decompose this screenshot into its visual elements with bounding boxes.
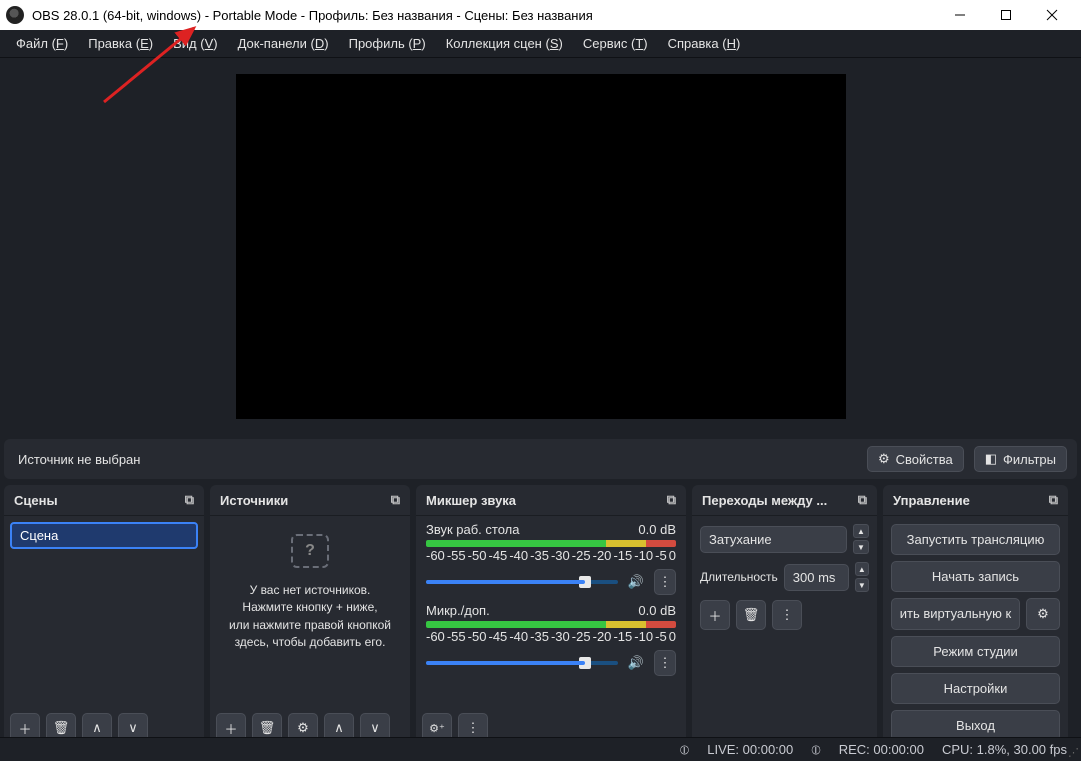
start-recording-button[interactable]: Начать запись xyxy=(891,561,1060,592)
mixer-panel: Микшер звука ⧉ Звук раб. стола 0.0 dB -60-… xyxy=(416,485,686,749)
status-rec: REC: 00:00:00 xyxy=(839,742,924,757)
speaker-icon[interactable]: 🔊 xyxy=(626,574,646,590)
sources-panel: Источники ⧉ ? У вас нет источников. Нажми… xyxy=(210,485,410,749)
desktop-audio-db: 0.0 dB xyxy=(638,522,676,537)
mixer-desktop: Звук раб. стола 0.0 dB -60-55-50-45-40-35… xyxy=(416,516,686,597)
plus-icon: ＋ xyxy=(708,606,721,625)
scene-item[interactable]: Сцена xyxy=(10,522,198,549)
filters-button[interactable]: ◧ Фильтры xyxy=(974,446,1067,472)
transition-down[interactable]: ▼ xyxy=(853,540,869,554)
desktop-mixer-menu[interactable]: ⋮ xyxy=(654,569,676,595)
chevron-down-icon: ∨ xyxy=(370,720,380,736)
add-transition-button[interactable]: ＋ xyxy=(700,600,730,630)
gear-icon: ⚙ xyxy=(1037,606,1049,621)
transitions-title: Переходы между ... xyxy=(702,493,827,508)
popout-icon[interactable]: ⧉ xyxy=(667,492,676,508)
mixer-mic: Микр./доп. 0.0 dB -60-55-50-45-40-35-30-2… xyxy=(416,597,686,678)
status-bar: ⦶ LIVE: 00:00:00 ⦶ REC: 00:00:00 CPU: 1.… xyxy=(0,737,1081,761)
source-toolbar: Источник не выбран ⚙ Свойства ◧ Фильтры xyxy=(4,439,1077,479)
menu-view[interactable]: Вид (V) xyxy=(163,32,228,55)
meter-ticks: -60-55-50-45-40-35-30-25-20-15-10-50 xyxy=(426,629,676,644)
desktop-audio-label: Звук раб. стола xyxy=(426,522,519,537)
controls-panel: Управление ⧉ Запустить трансляцию Начать … xyxy=(883,485,1068,749)
transitions-panel: Переходы между ... ⧉ Затухание ▲ ▼ Длитель… xyxy=(692,485,877,749)
status-cpu: CPU: 1.8%, 30.00 fps xyxy=(942,742,1067,757)
disk-icon: ⦶ xyxy=(811,742,820,758)
menu-bar: Файл (F) Правка (E) Вид (V) Док-панели (… xyxy=(0,30,1081,58)
plus-icon: ＋ xyxy=(18,719,31,738)
trash-icon: 🗑 xyxy=(259,720,276,736)
virtualcam-settings-button[interactable]: ⚙ xyxy=(1026,598,1060,630)
title-bar: OBS 28.0.1 (64-bit, windows) - Portable … xyxy=(0,0,1081,30)
remove-transition-button[interactable]: 🗑 xyxy=(736,600,766,630)
mic-volume-slider[interactable] xyxy=(426,661,618,665)
no-source-label: Источник не выбран xyxy=(14,452,140,467)
mic-audio-label: Микр./доп. xyxy=(426,603,490,618)
studio-mode-button[interactable]: Режим студии xyxy=(891,636,1060,667)
popout-icon[interactable]: ⧉ xyxy=(391,492,400,508)
menu-profile[interactable]: Профиль (P) xyxy=(339,32,436,55)
mixer-title: Микшер звука xyxy=(426,493,516,508)
transition-up[interactable]: ▲ xyxy=(853,524,869,538)
duration-label: Длительность xyxy=(700,570,778,584)
filter-icon: ◧ xyxy=(985,451,997,467)
network-icon: ⦶ xyxy=(680,742,689,758)
duration-down[interactable]: ▼ xyxy=(855,578,869,592)
settings-button[interactable]: Настройки xyxy=(891,673,1060,704)
empty-sources-text: У вас нет источников. Нажмите кнопку + н… xyxy=(229,582,391,652)
status-live: LIVE: 00:00:00 xyxy=(707,742,793,757)
close-button[interactable] xyxy=(1029,0,1075,30)
gear-icon: ⚙⁺ xyxy=(429,722,445,735)
duration-up[interactable]: ▲ xyxy=(855,562,869,576)
minimize-button[interactable] xyxy=(937,0,983,30)
transition-select[interactable]: Затухание xyxy=(700,526,847,553)
resize-grip-icon[interactable]: ⋰ xyxy=(1068,746,1079,759)
plus-icon: ＋ xyxy=(224,719,237,738)
trash-icon: 🗑 xyxy=(53,720,70,736)
speaker-icon[interactable]: 🔊 xyxy=(626,655,646,671)
gear-icon: ⚙ xyxy=(878,451,890,467)
start-virtualcam-button[interactable]: ить виртуальную к xyxy=(891,598,1020,630)
popout-icon[interactable]: ⧉ xyxy=(1049,492,1058,508)
preview-area xyxy=(0,58,1081,435)
transition-menu-button[interactable]: ⋮ xyxy=(772,600,802,630)
menu-help[interactable]: Справка (H) xyxy=(658,32,751,55)
mic-mixer-menu[interactable]: ⋮ xyxy=(654,650,676,676)
menu-file[interactable]: Файл (F) xyxy=(6,32,78,55)
gear-icon: ⚙ xyxy=(297,720,309,736)
duration-input[interactable]: 300 ms xyxy=(784,564,849,591)
popout-icon[interactable]: ⧉ xyxy=(185,492,194,508)
desktop-meter xyxy=(426,540,676,547)
preview-canvas[interactable] xyxy=(236,74,846,419)
menu-scene-collection[interactable]: Коллекция сцен (S) xyxy=(436,32,573,55)
desktop-volume-slider[interactable] xyxy=(426,580,618,584)
meter-ticks: -60-55-50-45-40-35-30-25-20-15-10-50 xyxy=(426,548,676,563)
chevron-up-icon: ∧ xyxy=(334,720,344,736)
menu-tools[interactable]: Сервис (T) xyxy=(573,32,658,55)
scenes-title: Сцены xyxy=(14,493,58,508)
popout-icon[interactable]: ⧉ xyxy=(858,492,867,508)
scenes-panel: Сцены ⧉ Сцена ＋ 🗑 ∧ ∨ xyxy=(4,485,204,749)
window-title: OBS 28.0.1 (64-bit, windows) - Portable … xyxy=(32,8,937,23)
start-streaming-button[interactable]: Запустить трансляцию xyxy=(891,524,1060,555)
maximize-button[interactable] xyxy=(983,0,1029,30)
properties-button[interactable]: ⚙ Свойства xyxy=(867,446,964,472)
mic-meter xyxy=(426,621,676,628)
empty-sources-icon: ? xyxy=(291,534,329,568)
mic-audio-db: 0.0 dB xyxy=(638,603,676,618)
trash-icon: 🗑 xyxy=(743,607,760,623)
menu-docks[interactable]: Док-панели (D) xyxy=(228,32,339,55)
menu-edit[interactable]: Правка (E) xyxy=(78,32,163,55)
chevron-up-icon: ∧ xyxy=(92,720,102,736)
chevron-down-icon: ∨ xyxy=(128,720,138,736)
app-logo-icon xyxy=(6,6,24,24)
controls-title: Управление xyxy=(893,493,970,508)
sources-title: Источники xyxy=(220,493,288,508)
